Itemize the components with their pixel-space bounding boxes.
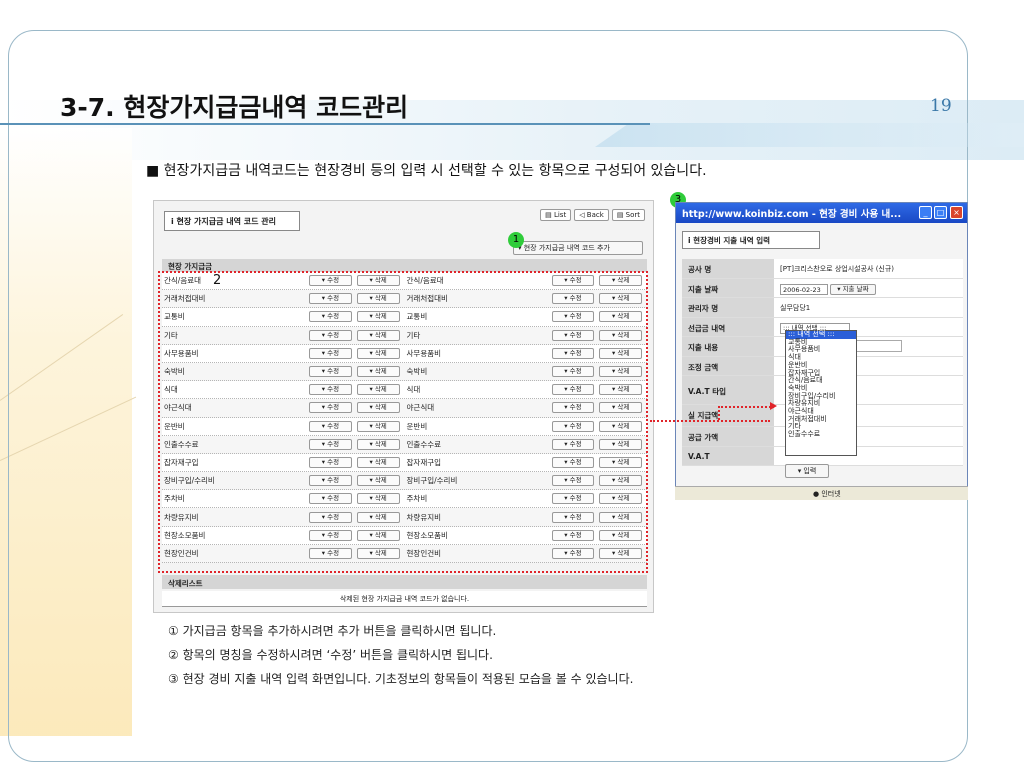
- connector-line: [718, 406, 774, 408]
- field-label: 관리자 명: [682, 298, 774, 317]
- date-input[interactable]: 2006-02-23: [780, 283, 828, 295]
- field-label: 실 지급액: [682, 405, 774, 426]
- badge-2: 2: [213, 273, 222, 288]
- page-number: 19: [930, 96, 952, 116]
- form-row: 공사 명 [PT]크리스찬오로 상업시설공사 (신규): [682, 259, 963, 279]
- manager-name-value: 실무담당1: [774, 298, 963, 317]
- field-label: V.A.T 타입: [682, 376, 774, 404]
- date-picker-button[interactable]: ▾ 지출 날짜: [830, 283, 876, 295]
- form-row: 관리자 명 실무담당1: [682, 298, 963, 318]
- field-label: 지출 내용: [682, 337, 774, 356]
- field-label: V.A.T: [682, 446, 774, 465]
- close-icon[interactable]: ×: [950, 206, 963, 219]
- field-label: 조정 금액: [682, 356, 774, 375]
- maximize-icon[interactable]: □: [934, 206, 947, 219]
- note-2: ② 항목의 명칭을 수정하시려면 ‘수정’ 버튼을 클릭하시면 됩니다.: [168, 648, 493, 662]
- connector-line: [650, 420, 770, 422]
- list-button[interactable]: ▤ List: [540, 209, 572, 221]
- field-label: 지출 날짜: [682, 278, 774, 297]
- highlight-box: [158, 271, 648, 573]
- note-3: ③ 현장 경비 지출 내역 입력 화면입니다. 기초정보의 항목들이 적용된 모…: [168, 672, 634, 686]
- title-accent: [595, 123, 1024, 147]
- advance-item-dropdown[interactable]: ::: 내역 선택 ::: 교통비 사무용품비 식대 운반비 잡자재구입 간식/음료대 숙박비…: [785, 330, 857, 456]
- status-bar: ● 인터넷: [675, 486, 968, 500]
- connector-line: [718, 406, 720, 420]
- sort-button[interactable]: ▤ Sort: [611, 209, 645, 221]
- dropdown-option[interactable]: 인출수수료: [786, 430, 856, 439]
- slide-title: 3-7. 현장가지급금내역 코드관리: [60, 93, 409, 122]
- field-label: 공사 명: [682, 259, 774, 278]
- back-button[interactable]: ◁ Back: [574, 209, 609, 221]
- intro-text: ■ 현장가지급금 내역코드는 현장경비 등의 입력 시 선택할 수 있는 항목으…: [146, 163, 707, 179]
- submit-button[interactable]: ▾ 입력: [785, 464, 829, 478]
- form-row: 지출 날짜 2006-02-23 ▾ 지출 날짜: [682, 278, 963, 298]
- screen-tab-title: ⅰ 현장 가지급금 내역 코드 관리: [164, 211, 300, 231]
- badge-1: 1: [508, 232, 524, 248]
- deleted-list-message: 삭제된 현장 가지급금 내역 코드가 없습니다.: [162, 591, 647, 607]
- field-label: 공급 가액: [682, 427, 774, 446]
- project-name-value: [PT]크리스찬오로 상업시설공사 (신규): [774, 259, 963, 278]
- title-underline: [0, 123, 650, 125]
- top-buttons: ▤ List ◁ Back ▤ Sort: [540, 209, 645, 221]
- arrow-icon: [770, 402, 777, 410]
- note-1: ① 가지급금 항목을 추가하시려면 추가 버튼을 클릭하시면 됩니다.: [168, 624, 497, 638]
- content-input[interactable]: [854, 340, 902, 352]
- internet-zone: ● 인터넷: [813, 490, 841, 498]
- field-label: 선급금 내역: [682, 317, 774, 336]
- notes: ① 가지급금 항목을 추가하시려면 추가 버튼을 클릭하시면 됩니다. ② 항목…: [168, 624, 658, 696]
- deleted-list-header: 삭제리스트: [162, 575, 647, 589]
- popup-tab-title: ⅰ 현장경비 지출 내역 입력: [682, 231, 820, 249]
- minimize-icon[interactable]: _: [919, 206, 932, 219]
- add-code-button[interactable]: ▾ 현장 가지급금 내역 코드 추가: [513, 241, 643, 255]
- date-cell: 2006-02-23 ▾ 지출 날짜: [774, 278, 963, 297]
